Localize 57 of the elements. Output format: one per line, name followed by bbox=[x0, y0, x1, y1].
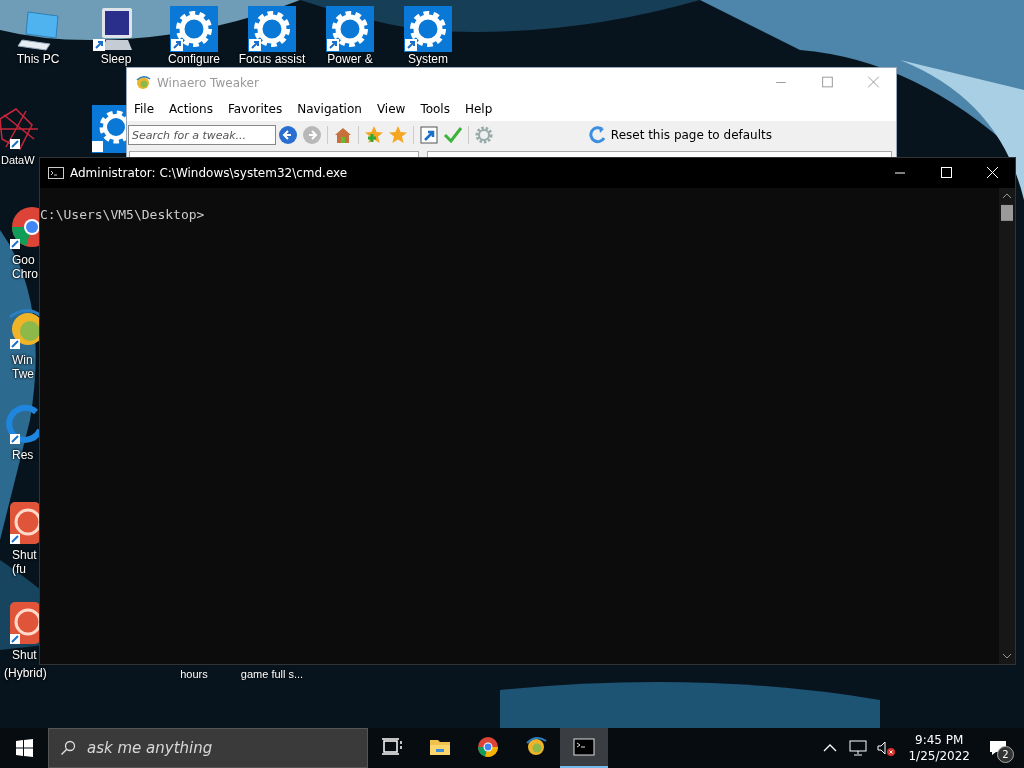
window-title: Administrator: C:\Windows\system32\cmd.exe bbox=[70, 166, 348, 180]
menu-item[interactable]: Navigation bbox=[292, 102, 370, 116]
icon-label: This PC bbox=[16, 52, 60, 66]
gear-icon[interactable] bbox=[404, 6, 452, 52]
icon-label: (Hybrid) bbox=[3, 666, 47, 680]
menu-item[interactable]: Tools bbox=[415, 102, 458, 116]
icon-label: game full s... bbox=[239, 668, 305, 680]
menu-item[interactable]: Actions bbox=[164, 102, 221, 116]
window-title: Winaero Tweaker bbox=[157, 75, 259, 90]
icon-label: DataW bbox=[0, 153, 35, 167]
undo-icon bbox=[588, 126, 607, 144]
console-icon bbox=[48, 167, 64, 179]
search-field[interactable]: Search for a tweak... bbox=[128, 125, 276, 145]
icon-label: Win bbox=[11, 353, 33, 367]
clock-date: 1/25/2022 bbox=[908, 748, 970, 764]
gear-icon[interactable] bbox=[248, 6, 296, 52]
checkmark-icon[interactable] bbox=[443, 125, 463, 145]
icon-label: Chro bbox=[11, 267, 38, 281]
menu-item[interactable]: Favorites bbox=[222, 102, 291, 116]
icon-label: Res bbox=[11, 448, 34, 462]
taskbar-button[interactable] bbox=[560, 728, 608, 768]
icon-label: Focus assist bbox=[238, 52, 306, 66]
icon-label: Shut bbox=[11, 648, 37, 662]
shortcut-icon[interactable] bbox=[419, 125, 439, 145]
network-icon[interactable] bbox=[848, 738, 869, 758]
home-icon[interactable] bbox=[333, 125, 353, 145]
gear-icon[interactable] bbox=[92, 105, 126, 153]
star-plus-icon[interactable] bbox=[364, 125, 384, 145]
back-icon[interactable] bbox=[278, 125, 298, 145]
globe-icon bbox=[135, 74, 151, 91]
web-icon[interactable] bbox=[0, 105, 40, 153]
command-prompt: C:\Users\VM5\Desktop> bbox=[40, 207, 205, 222]
console-icon bbox=[572, 735, 596, 759]
menu-item[interactable]: View bbox=[371, 102, 414, 116]
icon-label: hours bbox=[179, 668, 209, 680]
icon-label: (fu bbox=[11, 562, 26, 576]
notification-count: 2 bbox=[997, 746, 1014, 763]
scrollbar[interactable] bbox=[999, 188, 1015, 664]
icon-label: Power & bbox=[327, 52, 373, 66]
icon-label: Goo bbox=[11, 253, 35, 267]
chrome-icon bbox=[476, 735, 500, 759]
clock-time: 9:45 PM bbox=[915, 732, 964, 748]
icon-label: System bbox=[408, 52, 448, 66]
gear-icon[interactable] bbox=[170, 6, 218, 52]
icon-label: Shut bbox=[11, 548, 37, 562]
icon-label: Twe bbox=[11, 367, 34, 381]
gear-icon[interactable] bbox=[326, 6, 374, 52]
search-icon bbox=[60, 740, 76, 756]
reset-button[interactable]: Reset this page to defaults bbox=[584, 124, 776, 146]
menu-item[interactable]: File bbox=[129, 102, 163, 116]
star-icon[interactable] bbox=[388, 125, 408, 145]
notifications-button[interactable]: 2 bbox=[978, 728, 1018, 768]
menu-item[interactable]: Help bbox=[459, 102, 501, 116]
search-field[interactable]: ask me anything bbox=[48, 728, 368, 768]
icon-label: Configure bbox=[168, 52, 220, 66]
clock[interactable]: 9:45 PM 1/25/2022 bbox=[908, 732, 970, 764]
icon-label: Sleep bbox=[100, 52, 132, 66]
